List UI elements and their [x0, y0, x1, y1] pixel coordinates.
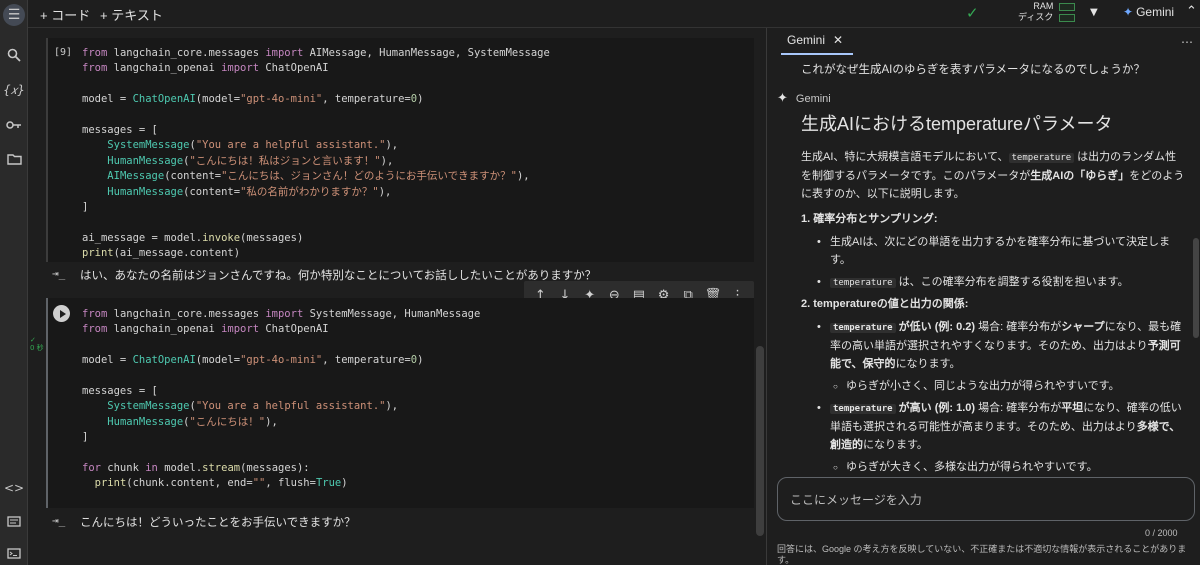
top-toolbar: + コード + テキスト ✓ RAM ディスク ▼ ✦ Gemini ⌃ — [28, 0, 1200, 28]
responder-name: Gemini — [795, 93, 831, 105]
code-icon[interactable]: <> — [3, 477, 25, 499]
gemini-spark-icon: ✦ — [1123, 5, 1134, 19]
add-code-button[interactable]: + コード — [40, 5, 90, 24]
section-heading: 2. temperatureの値と出力の関係: — [801, 298, 969, 310]
tab-gemini[interactable]: Gemini ✕ — [787, 33, 843, 47]
char-counter: 0 / 2000 — [1145, 528, 1178, 538]
cell-run-status: ✓ 0 秒 — [30, 336, 44, 352]
message-input[interactable]: ここにメッセージを入力 — [777, 477, 1195, 521]
gemini-panel: Gemini ✕ ⋯ これがなぜ生成AIのゆらぎを表すパラメータになるのでしょうか… — [766, 28, 1200, 565]
disk-meter — [1059, 14, 1075, 22]
list-item: temperature が低い (例: 0.2) 場合: 確率分布がシャープにな… — [817, 318, 1187, 373]
left-rail: ☰ {𝑥} <> — [0, 0, 28, 565]
folder-icon[interactable] — [3, 148, 25, 170]
search-icon[interactable] — [3, 44, 25, 66]
gemini-spark-icon: ✦ — [777, 90, 788, 105]
list-item: ゆらぎが小さく、同じような出力が得られやすいです。 — [833, 377, 1187, 396]
list-item: 生成AIは、次にどの単語を出力するかを確率分布に基づいて決定します。 — [817, 233, 1187, 269]
code-cell[interactable]: [9] from langchain_core.messages import … — [46, 38, 754, 262]
gemini-button-label: Gemini — [1136, 5, 1175, 19]
bullet-list: 生成AIは、次にどの単語を出力するかを確率分布に基づいて決定します。 tempe… — [817, 233, 1187, 292]
add-text-button[interactable]: + テキスト — [100, 5, 163, 24]
input-placeholder: ここにメッセージを入力 — [790, 493, 922, 507]
panel-scrollbar[interactable] — [1193, 238, 1199, 338]
output-icon[interactable]: ⇥̲ — [52, 514, 65, 527]
response-heading: 生成AIにおけるtemperatureパラメータ — [801, 114, 1113, 134]
ram-meter — [1059, 3, 1075, 11]
gemini-button[interactable]: ✦ Gemini — [1123, 5, 1174, 19]
bullet-list: temperature が低い (例: 0.2) 場合: 確率分布がシャープにな… — [817, 318, 1187, 477]
output-icon[interactable]: ⇥̲ — [52, 267, 65, 280]
chevron-down-icon[interactable]: ▼ — [1090, 7, 1098, 18]
terminal-icon[interactable] — [3, 542, 25, 564]
menu-icon[interactable]: ☰ — [3, 4, 25, 26]
notebook-area: [9] from langchain_core.messages import … — [28, 28, 766, 565]
disclaimer-text: 回答には、Google の考え方を反映していない、不正確または不適切な情報が表示… — [777, 544, 1187, 565]
terminal-list-icon[interactable] — [3, 510, 25, 532]
output-text: こんにちは！どういったことをお手伝いできますか？ — [80, 517, 356, 529]
disclaimer: 回答には、Google の考え方を反映していない、不正確または不適切な情報が表示… — [777, 544, 1200, 565]
execution-count: [9] — [54, 47, 73, 58]
code-editor[interactable]: from langchain_core.messages import Syst… — [82, 307, 480, 492]
more-icon[interactable]: ⋯ — [1181, 35, 1193, 49]
variables-icon[interactable]: {𝑥} — [3, 79, 25, 101]
output-text: はい、あなたの名前はジョンさんですね。何か特別なことについてお話ししたいことがあ… — [80, 270, 597, 282]
close-icon[interactable]: ✕ — [833, 33, 843, 47]
key-icon[interactable] — [3, 114, 25, 136]
disk-label: ディスク — [1018, 12, 1054, 22]
run-cell-button[interactable] — [53, 305, 70, 322]
responder-label: ✦ Gemini — [777, 90, 831, 106]
list-item: ゆらぎが大きく、多様な出力が得られやすいです。 — [833, 458, 1187, 477]
gemini-response: 生成AIにおけるtemperatureパラメータ 生成AI、特に大規模言語モデル… — [801, 112, 1187, 480]
tab-label: Gemini — [787, 33, 826, 47]
section-heading: 1. 確率分布とサンプリング: — [801, 213, 938, 225]
resource-labels[interactable]: RAM ディスク — [1018, 1, 1053, 23]
ram-label: RAM — [1033, 1, 1054, 11]
user-question: これがなぜ生成AIのゆらぎを表すパラメータになるのでしょうか？ — [801, 64, 1146, 76]
connected-check-icon[interactable]: ✓ — [966, 4, 979, 22]
response-intro: 生成AI、特に大規模言語モデルにおいて、 temperature は出力のランダム… — [801, 151, 1185, 200]
code-cell-active[interactable]: from langchain_core.messages import Syst… — [46, 298, 754, 508]
list-item: temperature が高い (例: 1.0) 場合: 確率分布が平坦になり、… — [817, 399, 1187, 454]
notebook-scrollbar[interactable] — [756, 346, 764, 536]
list-item: temperature は、この確率分布を調整する役割を担います。 — [817, 273, 1187, 292]
cell-output: ⇥̲ こんにちは！どういったことをお手伝いできますか？ — [46, 511, 754, 533]
code-editor[interactable]: from langchain_core.messages import AIMe… — [82, 46, 550, 262]
tab-indicator — [781, 53, 853, 55]
chevron-up-icon[interactable]: ⌃ — [1186, 4, 1197, 19]
